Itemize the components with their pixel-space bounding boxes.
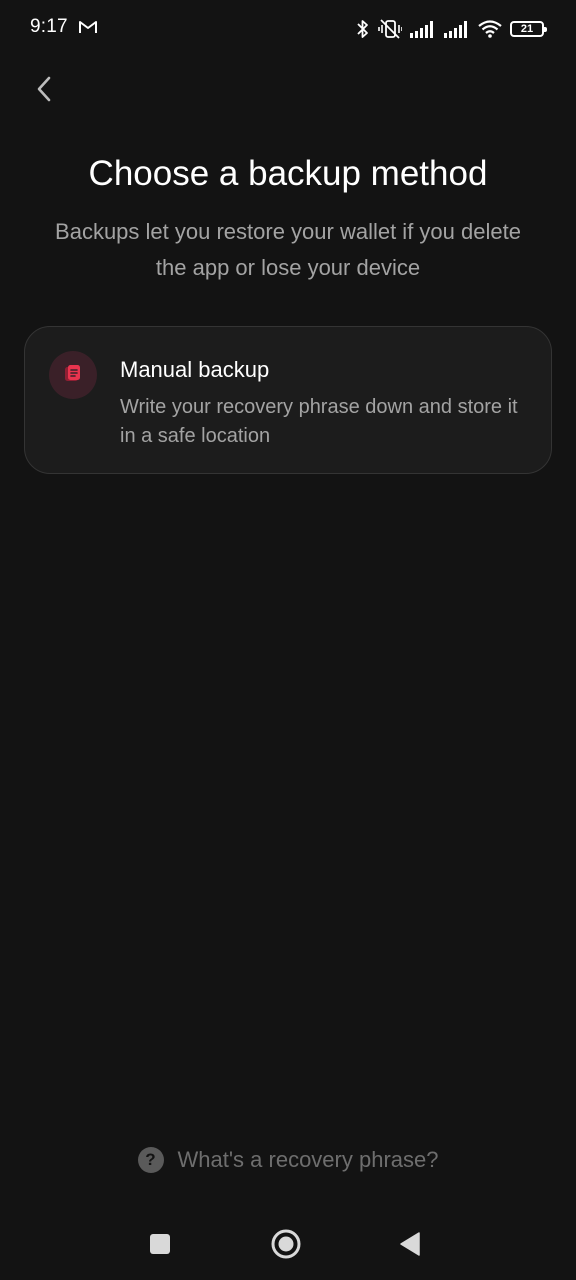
recents-button[interactable] <box>142 1228 178 1264</box>
status-time: 9:17 <box>30 16 68 37</box>
help-link-text: What's a recovery phrase? <box>177 1147 439 1172</box>
gmail-icon <box>78 19 98 35</box>
circle-icon <box>270 1228 302 1265</box>
document-icon <box>63 363 83 388</box>
recovery-phrase-help-link[interactable]: ? What's a recovery phrase? <box>0 1140 576 1180</box>
option-icon-container <box>49 351 97 399</box>
page-subtitle: Backups let you restore your wallet if y… <box>55 219 521 280</box>
status-icons: 21 <box>356 16 547 42</box>
triangle-back-icon <box>399 1231 421 1262</box>
system-nav-bar <box>0 1210 576 1280</box>
square-icon <box>149 1233 171 1260</box>
status-bar: 9:17 21 <box>0 0 576 58</box>
option-title: Manual backup <box>120 357 270 382</box>
signal-icon <box>410 20 436 38</box>
battery-icon: 21 <box>510 21 547 37</box>
home-button[interactable] <box>268 1228 304 1264</box>
bluetooth-icon <box>356 19 370 39</box>
vibrate-off-icon <box>378 18 402 40</box>
question-icon: ? <box>137 1147 164 1173</box>
option-description: Write your recovery phrase down and stor… <box>120 396 518 447</box>
system-back-button[interactable] <box>392 1228 428 1264</box>
signal-icon <box>444 20 470 38</box>
page-title: Choose a backup method <box>88 154 488 193</box>
back-button[interactable] <box>24 70 66 112</box>
wifi-icon <box>478 20 502 38</box>
battery-level: 21 <box>520 23 534 35</box>
manual-backup-option[interactable]: Manual backup Write your recovery phrase… <box>24 326 552 474</box>
chevron-left-icon <box>35 75 55 108</box>
